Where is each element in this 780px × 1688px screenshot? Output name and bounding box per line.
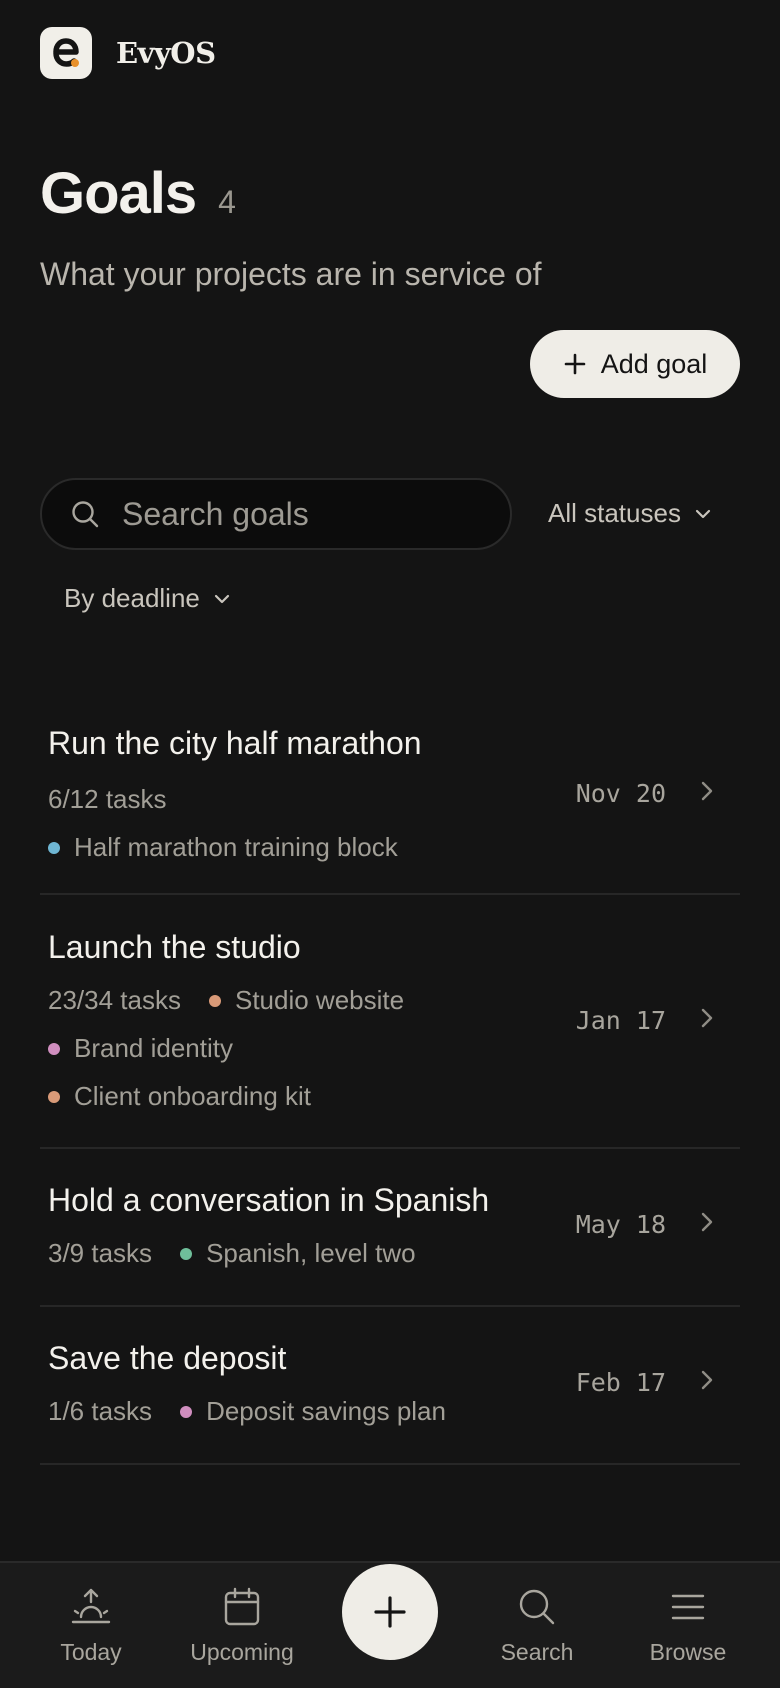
goal-task-count: 3/9 tasks	[48, 1238, 153, 1268]
goal-meta: Brand identity	[48, 1033, 233, 1064]
calendar-icon	[222, 1585, 262, 1629]
search-icon	[70, 499, 100, 529]
page-title-row: Goals 4	[40, 160, 236, 227]
tab-search[interactable]: Search	[467, 1563, 607, 1688]
status-filter-dropdown[interactable]: All statuses	[548, 498, 713, 529]
goal-row[interactable]: Hold a conversation in Spanish 3/9 tasks…	[40, 1149, 740, 1307]
plus-icon	[563, 352, 587, 376]
quick-add-button[interactable]	[342, 1564, 438, 1660]
sort-dropdown[interactable]: By deadline	[64, 583, 232, 614]
chevron-down-icon	[693, 504, 713, 524]
chevron-right-icon	[696, 1006, 716, 1030]
goal-meta: 3/9 tasks Spanish, level two	[48, 1238, 416, 1269]
goal-row[interactable]: Launch the studio 23/34 tasks Studio web…	[40, 895, 740, 1149]
project-tag[interactable]: Studio website	[208, 985, 405, 1016]
project-tag[interactable]: Brand identity	[48, 1033, 233, 1064]
search-icon	[517, 1585, 557, 1629]
project-color-dot	[48, 1090, 60, 1103]
sunrise-icon	[70, 1585, 112, 1629]
chevron-right-icon	[696, 779, 716, 803]
goal-meta: 6/12 tasks	[48, 784, 167, 815]
project-name: Spanish, level two	[206, 1238, 416, 1268]
goal-deadline: Nov 20	[575, 779, 666, 808]
logo-mark-icon	[53, 38, 79, 67]
chevron-right-icon	[696, 1210, 716, 1234]
app-logo[interactable]	[40, 27, 92, 79]
project-color-dot	[180, 1405, 193, 1418]
menu-icon	[670, 1585, 706, 1629]
project-color-dot	[48, 1042, 60, 1055]
goal-deadline: Jan 17	[575, 1006, 666, 1035]
goal-meta: Half marathon training block	[48, 832, 398, 863]
tab-upcoming[interactable]: Upcoming	[172, 1563, 312, 1688]
add-goal-button[interactable]: Add goal	[530, 330, 740, 398]
goal-list: Run the city half marathon 6/12 tasks Ha…	[40, 700, 740, 1465]
project-name: Brand identity	[74, 1033, 233, 1063]
project-tag[interactable]: Deposit savings plan	[180, 1396, 446, 1427]
app-name: EvyOS	[116, 36, 216, 70]
tab-label: Browse	[649, 1639, 727, 1665]
project-name: Deposit savings plan	[206, 1396, 446, 1426]
goal-task-count: 23/34 tasks	[48, 985, 181, 1015]
plus-icon	[372, 1594, 408, 1630]
tab-label: Today	[60, 1639, 122, 1665]
goal-meta: 23/34 tasks Studio website	[48, 985, 404, 1016]
goal-name: Launch the studio	[48, 929, 301, 965]
project-color-dot	[180, 1247, 193, 1260]
project-tag[interactable]: Spanish, level two	[180, 1238, 416, 1269]
sort-label: By deadline	[64, 583, 200, 613]
chevron-right-icon	[696, 1368, 716, 1392]
search-goals-field[interactable]	[40, 478, 512, 550]
tab-browse[interactable]: Browse	[618, 1563, 758, 1688]
project-name: Studio website	[234, 985, 405, 1015]
project-tag[interactable]: Half marathon training block	[48, 832, 398, 863]
status-filter-label: All statuses	[548, 498, 681, 528]
tab-label: Search	[500, 1639, 574, 1665]
goal-meta: Client onboarding kit	[48, 1081, 311, 1112]
goal-name: Run the city half marathon	[48, 725, 422, 761]
project-name: Client onboarding kit	[74, 1081, 312, 1111]
goal-name: Save the deposit	[48, 1340, 287, 1376]
add-goal-label: Add goal	[600, 348, 708, 379]
chevron-down-icon	[212, 589, 232, 609]
goal-name: Hold a conversation in Spanish	[48, 1182, 490, 1218]
goal-count: 4	[218, 184, 236, 220]
goal-deadline: May 18	[575, 1210, 666, 1239]
project-color-dot	[208, 994, 221, 1007]
goal-meta: 1/6 tasks Deposit savings plan	[48, 1396, 446, 1427]
goal-row[interactable]: Run the city half marathon 6/12 tasks Ha…	[40, 700, 740, 895]
project-color-dot	[48, 841, 60, 854]
app-header: EvyOS	[40, 27, 216, 79]
project-name: Half marathon training block	[74, 832, 398, 862]
page-subtitle: What your projects are in service of	[40, 256, 542, 292]
goal-task-count: 1/6 tasks	[48, 1396, 153, 1426]
goal-row[interactable]: Save the deposit 1/6 tasks Deposit savin…	[40, 1307, 740, 1465]
goal-deadline: Feb 17	[575, 1368, 666, 1397]
project-tag[interactable]: Client onboarding kit	[48, 1081, 311, 1112]
tab-today[interactable]: Today	[21, 1563, 161, 1688]
tab-label: Upcoming	[190, 1639, 294, 1665]
search-goals-input[interactable]	[122, 495, 462, 533]
goal-task-count: 6/12 tasks	[48, 784, 167, 814]
page-title: Goals	[40, 161, 197, 226]
